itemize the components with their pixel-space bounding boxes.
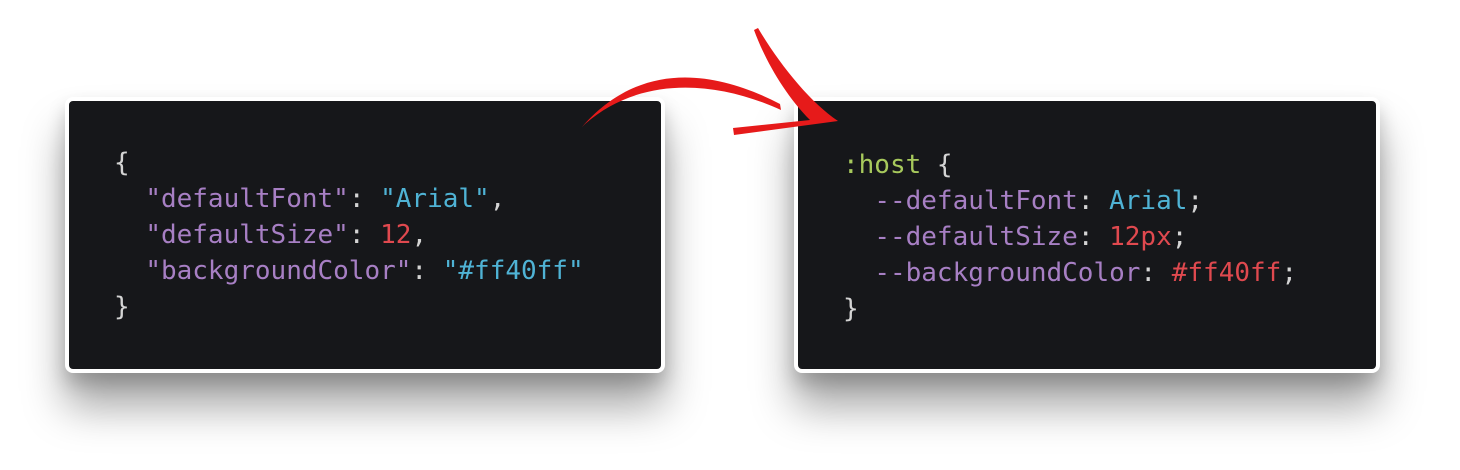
curved-arrow-right-icon [582,28,838,135]
